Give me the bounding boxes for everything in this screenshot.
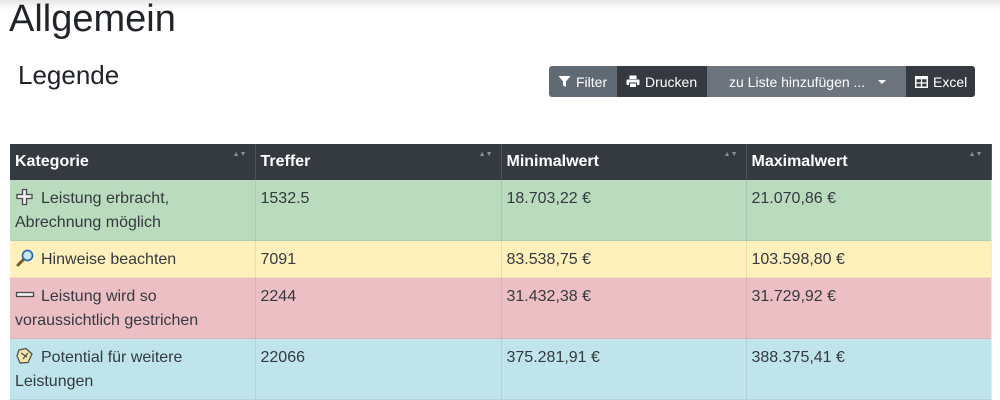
- section-title: Legende: [18, 60, 120, 90]
- sort-icon[interactable]: ▲▼: [479, 151, 493, 158]
- column-header-minimalwert[interactable]: Minimalwert ▲▼: [501, 144, 747, 180]
- column-header-maximalwert[interactable]: Maximalwert ▲▼: [746, 144, 992, 180]
- excel-button[interactable]: Excel: [906, 66, 975, 97]
- potential-icon: [15, 347, 35, 365]
- printer-icon: [626, 75, 640, 88]
- min-value-cell: 18.703,22 €: [501, 180, 747, 241]
- excel-button-label: Excel: [933, 73, 968, 90]
- min-value-cell: 31.432,38 €: [501, 277, 747, 339]
- table-row: Potential für weitere Leistungen 22066 3…: [10, 338, 992, 400]
- table-toolbar: Filter Drucken zu Liste hinzufügen ... E…: [549, 66, 975, 97]
- category-cell: Leistung wird so voraussichtlich gestric…: [10, 277, 256, 339]
- table-row: Leistung erbracht, Abrechnung möglich 15…: [10, 180, 992, 241]
- plus-icon: [15, 188, 35, 206]
- max-value-cell: 103.598,80 €: [746, 240, 992, 278]
- hits-cell: 1532.5: [255, 180, 502, 241]
- hits-cell: 22066: [255, 338, 502, 400]
- add-to-list-label: zu Liste hinzufügen ...: [729, 73, 866, 90]
- category-cell: Potential für weitere Leistungen: [10, 338, 256, 400]
- category-cell: Leistung erbracht, Abrechnung möglich: [10, 180, 256, 241]
- max-value-cell: 388.375,41 €: [746, 338, 992, 400]
- sort-icon[interactable]: ▲▼: [969, 151, 983, 158]
- table-header-row: Kategorie ▲▼ Treffer ▲▼ Minimalwert ▲▼ Maxi…: [10, 144, 992, 180]
- legend-table: Kategorie ▲▼ Treffer ▲▼ Minimalwert ▲▼ Maxi…: [10, 144, 992, 400]
- column-header-treffer[interactable]: Treffer ▲▼: [255, 144, 502, 180]
- column-header-kategorie[interactable]: Kategorie ▲▼: [10, 144, 256, 180]
- table-row: Leistung wird so voraussichtlich gestric…: [10, 277, 992, 339]
- caret-down-icon: [878, 79, 887, 84]
- add-to-list-dropdown[interactable]: zu Liste hinzufügen ...: [707, 66, 906, 97]
- print-button[interactable]: Drucken: [617, 66, 707, 97]
- sort-icon[interactable]: ▲▼: [724, 151, 738, 158]
- max-value-cell: 31.729,92 €: [746, 277, 992, 339]
- filter-button[interactable]: Filter: [549, 66, 617, 97]
- hits-cell: 2244: [255, 277, 502, 339]
- max-value-cell: 21.070,86 €: [746, 180, 992, 241]
- print-button-label: Drucken: [645, 73, 698, 90]
- sort-icon[interactable]: ▲▼: [233, 151, 247, 158]
- min-value-cell: 375.281,91 €: [501, 338, 747, 400]
- filter-icon: [558, 75, 571, 88]
- magnifier-icon: [15, 249, 35, 267]
- page-title: Allgemein: [9, 0, 176, 40]
- table-row: Hinweise beachten 7091 83.538,75 € 103.5…: [10, 240, 992, 278]
- hits-cell: 7091: [255, 240, 502, 278]
- min-value-cell: 83.538,75 €: [501, 240, 747, 278]
- filter-button-label: Filter: [576, 73, 608, 90]
- table-icon: [915, 75, 928, 88]
- category-cell: Hinweise beachten: [10, 240, 256, 278]
- minus-icon: [15, 286, 35, 304]
